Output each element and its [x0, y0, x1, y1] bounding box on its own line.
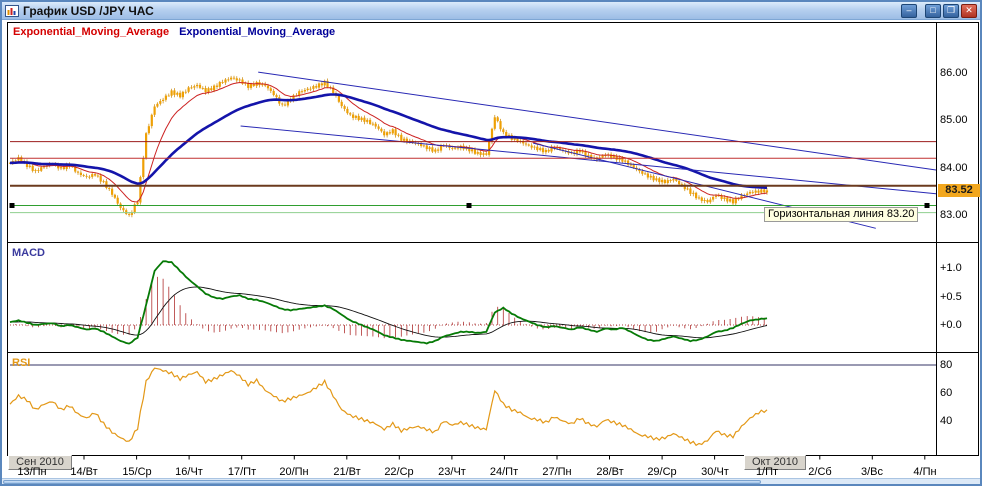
rsi-axis-label: 60 [940, 387, 952, 399]
maximize-button[interactable]: □ [925, 4, 941, 18]
date-label: 24/Пт [481, 467, 527, 478]
date-label: 2/Сб [797, 467, 843, 478]
date-label: 28/Вт [587, 467, 633, 478]
macd-axis-label: +1.0 [940, 262, 962, 274]
date-label: 13/Пн [9, 467, 55, 478]
date-label: 21/Вт [324, 467, 370, 478]
line-handle [10, 203, 15, 208]
date-label: 22/Ср [376, 467, 422, 478]
horizontal-scrollbar[interactable] [2, 478, 980, 484]
rsi-line [10, 368, 767, 445]
date-label: 16/Чт [166, 467, 212, 478]
scrollbar-thumb[interactable] [3, 480, 761, 484]
ema-fast-line [10, 83, 767, 202]
chart-canvas[interactable] [2, 20, 980, 478]
rsi-label: RSI [12, 357, 30, 369]
line-handle [467, 203, 472, 208]
panel-borders [8, 23, 979, 456]
date-label: 27/Пн [534, 467, 580, 478]
close-icon: ✕ [965, 5, 973, 15]
rsi-axis-label: 40 [940, 415, 952, 427]
date-label: 1/Пт [744, 467, 790, 478]
date-label: 23/Чт [429, 467, 475, 478]
date-label: 30/Чт [692, 467, 738, 478]
date-label: 20/Пн [271, 467, 317, 478]
macd-label: MACD [12, 247, 45, 259]
legend-ema-slow: Exponential_Moving_Average [179, 26, 335, 38]
restore-button[interactable]: ❐ [943, 4, 959, 18]
date-label: 14/Вт [61, 467, 107, 478]
minimize-icon: – [906, 5, 911, 15]
legend-ema-fast: Exponential_Moving_Average [13, 26, 169, 38]
date-label: 4/Пн [902, 467, 948, 478]
price-axis-label: 84.00 [940, 162, 968, 174]
macd-histogram [10, 277, 764, 338]
line-handle [925, 203, 930, 208]
chart-body: Exponential_Moving_Average Exponential_M… [2, 20, 980, 478]
price-axis-label: 83.00 [940, 209, 968, 221]
date-label: 15/Ср [114, 467, 160, 478]
window-title: График USD /JPY ЧАС [23, 3, 897, 19]
current-price-tag: 83.52 [938, 184, 980, 197]
maximize-icon: □ [930, 5, 935, 15]
close-button[interactable]: ✕ [961, 4, 977, 18]
date-label: 29/Ср [639, 467, 685, 478]
indicator-legend: Exponential_Moving_Average Exponential_M… [13, 26, 335, 38]
macd-axis-label: +0.0 [940, 319, 962, 331]
rsi-axis-label: 80 [940, 359, 952, 371]
window-icon [5, 5, 19, 17]
minimize-button[interactable]: – [901, 4, 917, 18]
date-label: 17/Пт [219, 467, 265, 478]
trendline-tooltip: Горизонтальная линия 83.20 [764, 207, 918, 222]
price-axis-label: 85.00 [940, 114, 968, 126]
titlebar[interactable]: График USD /JPY ЧАС – □ ❐ ✕ [2, 2, 980, 20]
chart-window: График USD /JPY ЧАС – □ ❐ ✕ Exponential_… [0, 0, 982, 486]
macd-axis-label: +0.5 [940, 291, 962, 303]
window-controls: – □ ❐ ✕ [901, 4, 977, 18]
restore-icon: ❐ [947, 5, 955, 15]
price-axis-label: 86.00 [940, 67, 968, 79]
date-label: 3/Вс [849, 467, 895, 478]
candlesticks [9, 76, 768, 217]
